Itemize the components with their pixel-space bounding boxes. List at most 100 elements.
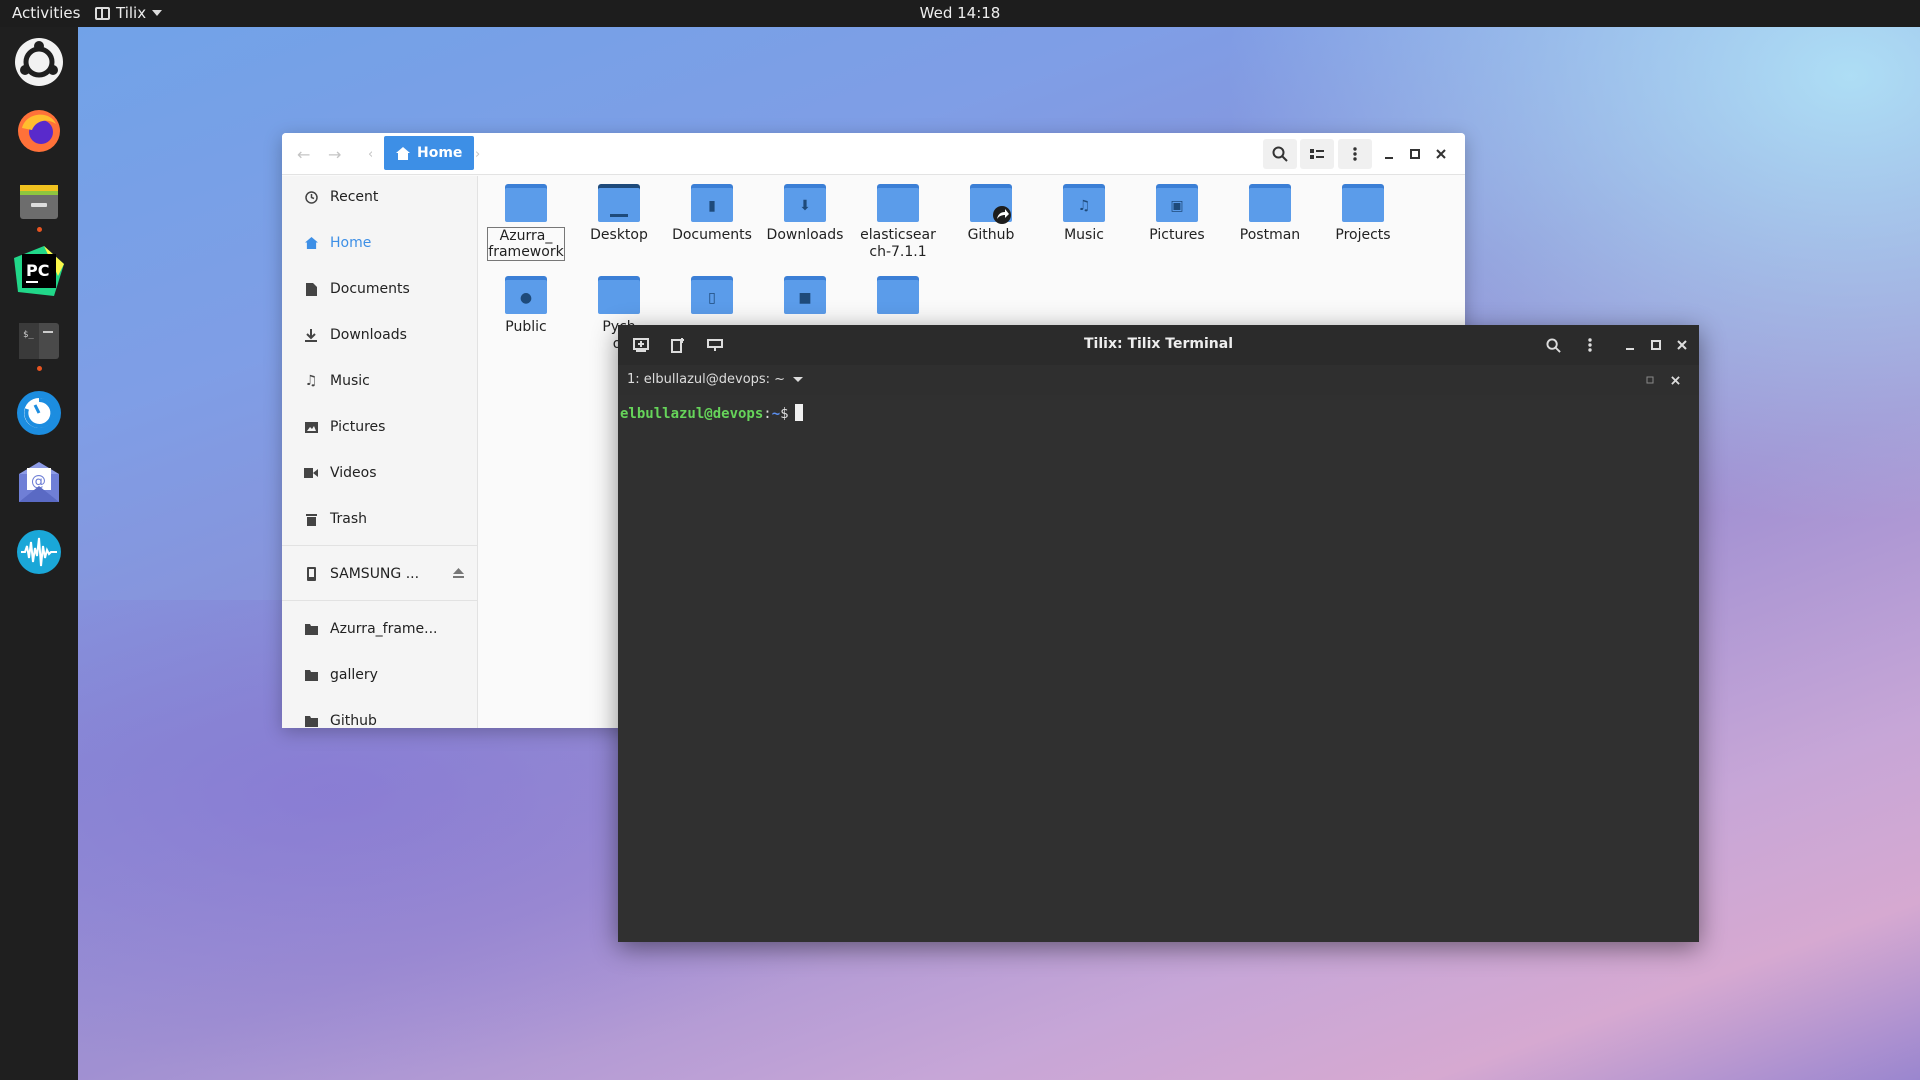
mail-icon[interactable]: @ xyxy=(11,455,67,511)
sidebar-item-bookmark[interactable]: Azurra_frame... xyxy=(304,621,438,637)
folder-item[interactable]: ♫ Music xyxy=(1041,184,1127,243)
folder-icon xyxy=(304,622,318,636)
folder-icon xyxy=(598,276,640,314)
sidebar-item-label: Documents xyxy=(330,281,410,297)
chevron-down-icon xyxy=(152,10,163,16)
sidebar-item-pictures[interactable]: Pictures xyxy=(304,419,385,435)
menu-button[interactable] xyxy=(1338,139,1372,169)
folder-label: Documents xyxy=(672,227,752,243)
dock: PC $_ @ xyxy=(0,27,78,1080)
terminal-session-bar: 1: elbullazul@devops: ~ xyxy=(618,365,1699,395)
files-icon[interactable] xyxy=(11,174,67,230)
folder-item[interactable] xyxy=(855,276,941,319)
sidebar-divider xyxy=(282,545,478,546)
download-icon xyxy=(304,328,318,342)
chevron-right-icon[interactable]: › xyxy=(475,147,480,162)
templates-folder-icon: ▯ xyxy=(691,276,733,314)
terminal-title: Tilix: Tilix Terminal xyxy=(1084,336,1233,352)
folder-item[interactable]: Postman xyxy=(1227,184,1313,243)
eject-icon[interactable] xyxy=(453,566,464,582)
music-icon: ♫ xyxy=(304,373,318,389)
sidebar-item-label: Recent xyxy=(330,189,379,205)
clock[interactable]: Wed 14:18 xyxy=(920,4,1001,22)
ubuntu-icon[interactable] xyxy=(11,34,67,90)
terminal-icon[interactable]: $_ xyxy=(11,313,67,369)
share-badge-icon xyxy=(993,206,1011,224)
sidebar-item-videos[interactable]: Videos xyxy=(304,465,377,481)
running-indicator xyxy=(37,227,42,232)
videos-folder-icon: ■ xyxy=(784,276,826,314)
folder-item[interactable]: elasticsear ch-7.1.1 xyxy=(855,184,941,261)
folder-item[interactable]: Desktop xyxy=(576,184,662,243)
folder-item[interactable]: ⬇ Downloads xyxy=(762,184,848,243)
breadcrumb-home[interactable]: Home xyxy=(384,136,475,170)
public-folder-icon: ● xyxy=(505,276,547,314)
sidebar-divider xyxy=(282,600,478,601)
top-bar: Activities Tilix Wed 14:18 xyxy=(0,0,1920,27)
back-arrow-icon[interactable]: ← xyxy=(297,145,310,164)
folder-label: Pictures xyxy=(1149,227,1205,243)
timer-icon[interactable] xyxy=(11,385,67,441)
sidebar-item-bookmark[interactable]: gallery xyxy=(304,667,378,683)
kebab-menu-icon xyxy=(1353,147,1357,161)
folder-label: Public xyxy=(505,319,547,335)
folder-item[interactable]: Azurra_ framework xyxy=(483,184,569,261)
sidebar-item-label: gallery xyxy=(330,667,378,683)
app-menu-label: Tilix xyxy=(116,4,147,22)
shared-folder-icon xyxy=(970,184,1012,224)
search-icon[interactable] xyxy=(1543,336,1563,354)
folder-label: Desktop xyxy=(590,227,648,243)
sidebar-item-label: Home xyxy=(330,235,372,251)
sidebar-item-downloads[interactable]: Downloads xyxy=(304,327,407,343)
desktop-folder-icon xyxy=(598,184,640,222)
folder-item[interactable]: ▯ xyxy=(669,276,755,319)
search-button[interactable] xyxy=(1263,139,1297,169)
close-icon xyxy=(1436,149,1446,159)
close-pane-icon[interactable] xyxy=(1665,371,1685,389)
sidebar-item-trash[interactable]: Trash xyxy=(304,511,367,527)
sidebar-item-recent[interactable]: Recent xyxy=(304,189,378,205)
firefox-icon[interactable] xyxy=(11,103,67,159)
minimize-icon xyxy=(1385,157,1393,159)
activities-button[interactable]: Activities xyxy=(12,4,80,22)
text-cursor xyxy=(794,404,803,421)
folder-item[interactable]: Projects xyxy=(1320,184,1406,243)
session-selector[interactable]: 1: elbullazul@devops: ~ xyxy=(627,372,804,387)
sidebar-item-music[interactable]: ♫ Music xyxy=(304,373,370,389)
folder-item[interactable]: ▮ Documents xyxy=(669,184,755,243)
maximize-icon[interactable] xyxy=(1646,336,1666,354)
kebab-menu-icon[interactable] xyxy=(1580,336,1600,354)
session-label: 1: elbullazul@devops: ~ xyxy=(627,372,786,387)
folder-item[interactable]: ● Public xyxy=(483,276,569,335)
minimize-icon[interactable] xyxy=(1620,336,1640,354)
folder-icon xyxy=(877,276,919,314)
sidebar-item-label: Github xyxy=(330,713,377,728)
phone-icon xyxy=(304,567,318,581)
sidebar-item-label: Pictures xyxy=(330,419,386,435)
view-toggle-button[interactable] xyxy=(1300,139,1334,169)
sidebar-item-bookmark[interactable]: Github xyxy=(304,713,377,728)
sidebar-item-device[interactable]: SAMSUNG ... xyxy=(304,566,464,582)
folder-item[interactable]: ▣ Pictures xyxy=(1134,184,1220,243)
forward-arrow-icon[interactable]: → xyxy=(328,145,341,164)
app-menu[interactable]: Tilix xyxy=(95,4,163,22)
picture-icon xyxy=(304,420,318,434)
clock-icon xyxy=(304,190,318,204)
sidebar-item-documents[interactable]: Documents xyxy=(304,281,410,297)
folder-icon xyxy=(304,668,318,682)
audio-icon[interactable] xyxy=(11,524,67,580)
folder-item[interactable]: Github xyxy=(948,184,1034,243)
folder-item[interactable]: ■ xyxy=(762,276,848,319)
pycharm-icon[interactable]: PC xyxy=(11,243,67,299)
prompt-user: elbullazul@devops xyxy=(620,406,764,422)
close-button[interactable] xyxy=(1429,139,1453,169)
maximize-button[interactable] xyxy=(1403,139,1427,169)
sidebar-item-home[interactable]: Home xyxy=(304,235,371,251)
prompt-path: ~ xyxy=(771,406,781,422)
close-icon[interactable] xyxy=(1672,336,1692,354)
chevron-left-icon[interactable]: ‹ xyxy=(368,147,373,162)
minimize-button[interactable] xyxy=(1377,139,1401,169)
terminal-content[interactable]: elbullazul@devops:~$ xyxy=(618,395,1699,942)
maximize-pane-icon[interactable] xyxy=(1640,371,1660,389)
svg-text:PC: PC xyxy=(26,261,49,280)
